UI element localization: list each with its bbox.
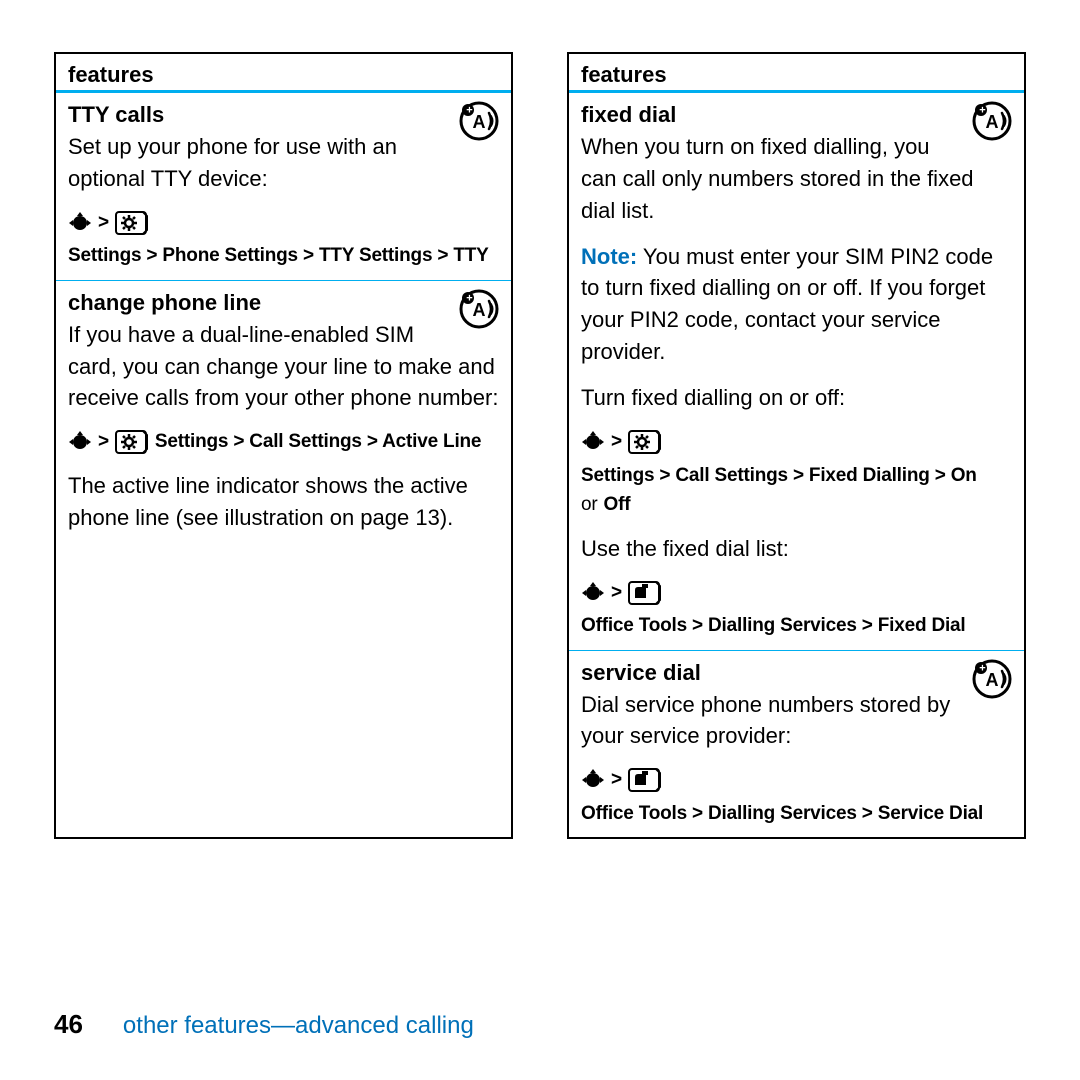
section-title: TTY calls (68, 99, 499, 131)
note-label: Note: (581, 244, 637, 269)
features-header-right: features (569, 54, 1024, 93)
footer-section-title: other features—advanced calling (123, 1012, 474, 1040)
settings-key-icon (628, 428, 662, 456)
section-service-dial: service dial Dial service phone numbers … (569, 650, 1024, 838)
nav-key-icon (68, 428, 92, 456)
nav-key-icon (581, 579, 605, 607)
section-after-text: The active line indicator shows the acti… (68, 470, 499, 534)
note-body: You must enter your SIM PIN2 code to tur… (581, 244, 993, 365)
nav-key-icon (581, 428, 605, 456)
section-fixed-dial: fixed dial When you turn on fixed dialli… (569, 93, 1024, 650)
page-number: 46 (54, 1009, 83, 1040)
nav-text: Settings > Call Settings > Fixed Diallin… (581, 462, 977, 490)
features-header-left: features (56, 54, 511, 93)
section-title: fixed dial (581, 99, 1012, 131)
lead-text: Use the fixed dial list: (581, 533, 1012, 565)
section-body: If you have a dual-line-enabled SIM card… (68, 319, 499, 415)
right-features-box: features fixed dial When you turn on fix… (567, 52, 1026, 839)
operator-dependent-icon (972, 101, 1012, 141)
section-change-phone-line: change phone line If you have a dual-lin… (56, 280, 511, 544)
nav-path: > Office Tools > Dialling Services > Fix… (581, 579, 1012, 640)
section-title: change phone line (68, 287, 499, 319)
two-column-layout: features TTY calls Set up your phone for… (54, 52, 1026, 839)
section-body: When you turn on fixed dialling, you can… (581, 131, 1012, 227)
operator-dependent-icon (459, 289, 499, 329)
lead-text: Turn fixed dialling on or off: (581, 382, 1012, 414)
nav-key-icon (68, 209, 92, 237)
note-paragraph: Note: You must enter your SIM PIN2 code … (581, 241, 1012, 369)
operator-dependent-icon (972, 659, 1012, 699)
section-body: Dial service phone numbers stored by you… (581, 689, 1012, 753)
nav-path: > Office Tools > Dialling Services > Ser… (581, 766, 1012, 827)
nav-path-alt: or Off (581, 491, 1012, 519)
operator-dependent-icon (459, 101, 499, 141)
manual-page: features TTY calls Set up your phone for… (0, 0, 1080, 1080)
settings-key-icon (115, 428, 149, 456)
nav-sep: > (611, 766, 622, 794)
nav-or: or (581, 491, 598, 519)
nav-sep: > (611, 428, 622, 456)
section-tty-calls: TTY calls Set up your phone for use with… (56, 93, 511, 280)
page-footer: 46 other features—advanced calling (54, 1009, 474, 1040)
section-title: service dial (581, 657, 1012, 689)
nav-sep: > (611, 579, 622, 607)
nav-path: > Settings > Call Settings > Fixed Diall… (581, 428, 1012, 489)
nav-path: > Settings > Call Settings > Active Line (68, 428, 499, 456)
nav-off: Off (604, 491, 631, 519)
nav-text: Settings > Phone Settings > TTY Settings… (68, 242, 489, 270)
tools-key-icon (628, 579, 662, 607)
nav-key-icon (581, 766, 605, 794)
settings-key-icon (115, 209, 149, 237)
left-features-box: features TTY calls Set up your phone for… (54, 52, 513, 839)
nav-text: Office Tools > Dialling Services > Servi… (581, 800, 983, 828)
nav-text: Office Tools > Dialling Services > Fixed… (581, 612, 966, 640)
section-body: Set up your phone for use with an option… (68, 131, 499, 195)
nav-text: Settings > Call Settings > Active Line (155, 428, 481, 456)
nav-sep: > (98, 428, 109, 456)
nav-path: > Settings > Phone Settings > TTY Settin… (68, 209, 499, 270)
tools-key-icon (628, 766, 662, 794)
nav-sep: > (98, 209, 109, 237)
